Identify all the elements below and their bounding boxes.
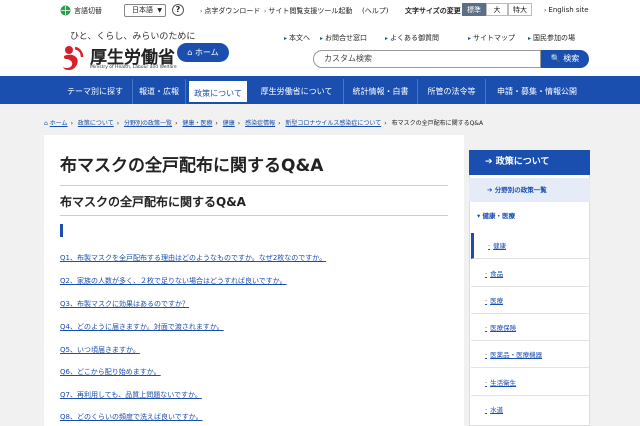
logo-english: Ministry of Health, Labour and Welfare	[90, 65, 177, 70]
language-value: 日本語	[132, 6, 153, 14]
breadcrumb: ⌂ ホーム› 政策について› 分野別の政策一覧› 健康・医療› 健康› 感染症情…	[44, 118, 483, 127]
sidebar-item-medical[interactable]: ·医療	[471, 288, 590, 314]
crumb-link[interactable]: 健康・医療	[182, 120, 212, 127]
home-label: ホーム	[195, 48, 219, 57]
gnav-applications[interactable]: 申請・募集・情報公開	[486, 79, 588, 104]
chevron-right-icon: ›	[264, 8, 266, 15]
size-xlarge-button[interactable]: 特大	[508, 3, 532, 16]
sidebar-item-health-medical[interactable]: ▾ 健康・医療	[469, 204, 590, 228]
arrow-circle-icon: ➔	[485, 157, 493, 167]
sidebar-heading-label: 政策について	[496, 157, 550, 167]
qa-link-1[interactable]: Q1、布製マスクを全戸配布する理由はどのようなものですか。なぜ2枚なのですか。	[60, 253, 326, 263]
chevron-down-icon: ▼	[157, 5, 162, 16]
heading-marker	[60, 224, 63, 237]
arrow-icon: ➔	[487, 186, 495, 194]
gnav-theme[interactable]: テーマ別に探す	[58, 79, 133, 104]
home-button[interactable]: ⌂ ホーム	[177, 43, 229, 62]
crumb-link[interactable]: ホーム	[50, 120, 68, 127]
language-select[interactable]: 日本語 ▼	[124, 4, 166, 17]
qa-link-6[interactable]: Q6、どこから配り始めますか。	[60, 367, 161, 377]
chevron-right-icon: ›	[544, 7, 546, 14]
global-nav: テーマ別に探す 報道・広報 政策について 厚生労働省について 統計情報・白書 所…	[0, 76, 640, 104]
crumb-current: 布マスクの全戸配布に関するQ&A	[392, 120, 484, 127]
size-large-button[interactable]: 大	[486, 3, 508, 16]
contact-link[interactable]: ▸お問合せ窓口	[320, 33, 367, 43]
sidebar-item-food[interactable]: ·食品	[471, 261, 590, 287]
crumb-link[interactable]: 政策について	[78, 120, 114, 127]
faq-link[interactable]: ▸よくある御質問	[385, 33, 439, 43]
sidebar-item-health[interactable]: ·健康	[471, 233, 590, 259]
home-icon: ⌂	[44, 120, 48, 127]
sidebar-item-pharma[interactable]: ·医薬品・医療機器	[471, 342, 590, 368]
globe-icon	[60, 5, 71, 16]
gnav-laws[interactable]: 所管の法令等	[418, 79, 486, 104]
qa-link-8[interactable]: Q8、どのくらいの頻度で洗えば良いですか。	[60, 412, 203, 422]
search-button[interactable]: 🔍 検索	[541, 50, 589, 68]
language-label: 言語切替	[74, 6, 102, 16]
crumb-link[interactable]: 分野別の政策一覧	[124, 120, 172, 127]
page-title: 布マスクの全戸配布に関するQ&A	[60, 151, 323, 176]
logo-tagline: ひと、くらし、みらいのために	[70, 29, 195, 42]
gnav-press[interactable]: 報道・広報	[133, 79, 186, 104]
sitemap-link[interactable]: ▸サイトマップ	[468, 33, 515, 43]
site-header: 言語切替 日本語 ▼ ? ›点字ダウンロード ›サイト閲覧支援ツール起動 (ヘルプ…	[0, 0, 640, 76]
sidebar-item-insurance[interactable]: ·医療保険	[471, 315, 590, 341]
crumb-link[interactable]: 感染症情報	[245, 120, 275, 127]
search-input[interactable]: カスタム検索	[313, 50, 541, 68]
sidebar-item-policy-list[interactable]: ➔ 分野別の政策一覧	[469, 178, 590, 202]
qa-link-7[interactable]: Q7、再利用しても、品質上問題ないですか。	[60, 390, 202, 400]
gnav-statistics[interactable]: 統計情報・白書	[344, 79, 418, 104]
search-icon: 🔍	[551, 54, 561, 63]
home-icon: ⌂	[187, 48, 192, 57]
section-divider	[60, 215, 448, 216]
participation-link[interactable]: ▸国民参加の場	[528, 33, 575, 43]
qa-link-4[interactable]: Q4、どのように届きますか。対面で渡されますか。	[60, 322, 224, 332]
sidebar-heading[interactable]: ➔ 政策について	[469, 150, 590, 175]
qa-link-5[interactable]: Q5、いつ頃届きますか。	[60, 345, 140, 355]
qa-link-2[interactable]: Q2、家族の人数が多く、２枚で足りない場合はどうすれば良いですか。	[60, 276, 287, 286]
sidebar-item-water[interactable]: ·水道	[471, 397, 590, 423]
skip-to-content-link[interactable]: ▸本文へ	[284, 33, 310, 43]
title-divider	[60, 185, 448, 186]
crumb-link[interactable]: 新型コロナウイルス感染症について	[285, 120, 381, 127]
logo-mark-icon	[60, 44, 86, 72]
text-size-label: 文字サイズの変更	[405, 6, 461, 16]
search-label: 検索	[563, 54, 579, 63]
gnav-policy[interactable]: 政策について	[187, 79, 249, 104]
browse-support-link[interactable]: ›サイト閲覧支援ツール起動	[264, 6, 352, 16]
size-normal-button[interactable]: 標準	[462, 3, 486, 16]
qa-link-3[interactable]: Q3、布製マスクに効果はあるのですか？	[60, 299, 189, 309]
gnav-about[interactable]: 厚生労働省について	[250, 79, 344, 104]
sidebar-item-hygiene[interactable]: ·生活衛生	[471, 370, 590, 396]
crumb-link[interactable]: 健康	[223, 120, 235, 127]
help-icon[interactable]: ?	[172, 4, 184, 16]
chevron-right-icon: ›	[200, 8, 202, 15]
braille-download-link[interactable]: ›点字ダウンロード	[200, 6, 260, 16]
section-title: 布マスクの全戸配布に関するQ&A	[60, 193, 246, 210]
english-site-link[interactable]: ›English site	[544, 6, 589, 14]
help-link[interactable]: (ヘルプ)	[362, 6, 388, 16]
